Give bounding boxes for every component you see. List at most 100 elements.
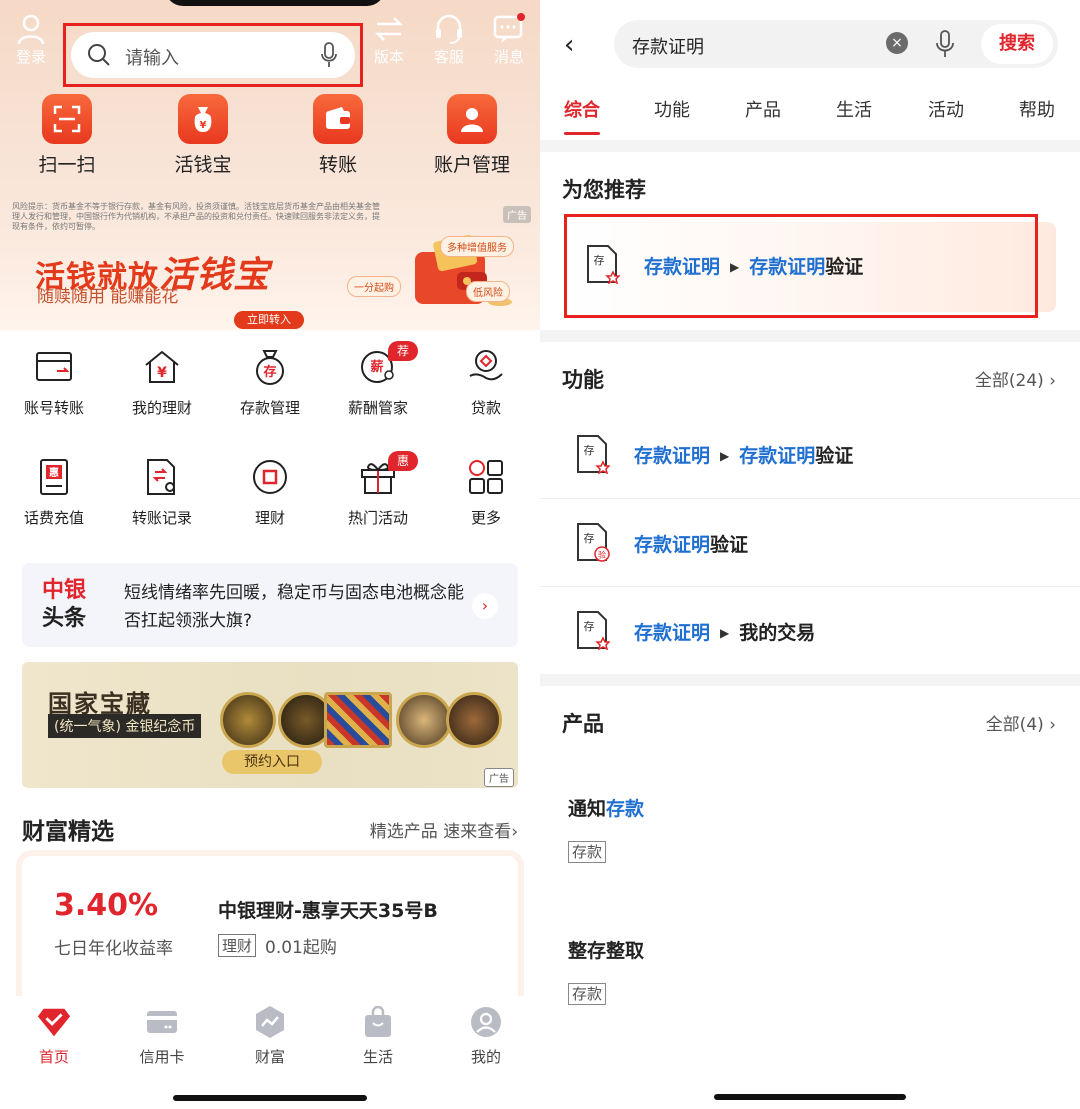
pill-low-risk: 低风险 xyxy=(466,281,510,302)
grid-label: 转账记录 xyxy=(131,509,192,527)
triangle-right-icon: ▶ xyxy=(720,449,730,463)
tab-help[interactable]: 帮助 xyxy=(1019,96,1055,122)
grid-wealth[interactable]: 理财 xyxy=(216,445,324,555)
grid-deposit-management[interactable]: 存 存款管理 xyxy=(216,335,324,445)
news-headline-card[interactable]: 中银 头条 短线情绪率先回暖，稳定币与固态电池概念能否扛起领涨大旗? › xyxy=(22,563,518,647)
coin-image xyxy=(396,692,452,748)
huoqianbao-button[interactable]: ¥ 活钱宝 xyxy=(143,94,263,177)
chevron-right-icon[interactable]: › xyxy=(472,593,498,619)
grid-my-wealth[interactable]: ¥ 我的理财 xyxy=(108,335,216,445)
credit-card-icon xyxy=(144,1004,180,1040)
link-part: 存款证明 xyxy=(739,445,816,467)
grid-hot-activities[interactable]: 惠 热门活动 xyxy=(324,445,432,555)
link-part: 存款证明 xyxy=(749,256,826,278)
wealth-hexagon-icon xyxy=(252,1004,288,1040)
section-divider xyxy=(540,330,1080,342)
verify-certificate-icon: 存验 xyxy=(577,523,610,562)
risk-notice: 风险提示：货币基金不等于银行存款，基金有风险，投资须谨慎。活钱宝底层货币基金产品… xyxy=(12,202,380,231)
yen-glyph: ¥ xyxy=(200,120,207,131)
yield-rate-label: 七日年化收益率 xyxy=(54,939,173,959)
wealth-product-card[interactable]: 3.40% 七日年化收益率 中银理财-惠享天天35号B 理财 0.01起购 xyxy=(22,856,518,1006)
customer-service-button[interactable]: 客服 xyxy=(424,12,474,67)
reserve-entry-button[interactable]: 预约入口 xyxy=(222,750,322,774)
triangle-right-icon: ▶ xyxy=(720,626,730,640)
grid-label: 理财 xyxy=(254,509,285,527)
link-part: 验证 xyxy=(815,445,854,467)
scan-button[interactable]: 扫一扫 xyxy=(7,94,127,177)
grid-label: 更多 xyxy=(470,509,501,527)
wealth-coin-icon xyxy=(250,457,290,497)
product-name: 中银理财-惠享天天35号B xyxy=(218,900,438,922)
min-purchase: 0.01起购 xyxy=(265,938,337,958)
deposit-glyph: 存 xyxy=(594,253,605,267)
tab-life[interactable]: 生活 xyxy=(836,96,872,122)
tab-wealth[interactable]: 财富 xyxy=(216,1004,324,1067)
money-bag-icon: ¥ xyxy=(178,94,228,144)
tab-home[interactable]: 首页 xyxy=(0,1004,108,1067)
login-button[interactable]: 登录 xyxy=(6,12,56,67)
grid-transfer-records[interactable]: 转账记录 xyxy=(108,445,216,555)
triangle-right-icon: ▶ xyxy=(730,260,740,274)
tab-functions[interactable]: 功能 xyxy=(654,96,690,122)
deposit-certificate-icon: 存 xyxy=(577,435,610,474)
active-tab-indicator xyxy=(564,132,600,135)
clear-icon[interactable]: × xyxy=(886,32,908,54)
tab-mine[interactable]: 我的 xyxy=(432,1004,540,1067)
tab-products[interactable]: 产品 xyxy=(745,96,781,122)
banner-transfer-in-button[interactable]: 立即转入 xyxy=(234,311,304,329)
microphone-icon[interactable] xyxy=(936,30,954,58)
version-button[interactable]: 版本 xyxy=(364,12,414,67)
right-phone-screen: ‹ 存款证明 × 搜索 综合 功能 产品 生活 活动 帮助 为您推荐 存 存款证… xyxy=(540,0,1080,1109)
grid-more[interactable]: 更多 xyxy=(432,445,540,555)
home-indicator xyxy=(173,1095,367,1101)
grid-phone-topup[interactable]: 惠 话费充值 xyxy=(0,445,108,555)
grid-loan[interactable]: 贷款 xyxy=(432,335,540,445)
news-text: 短线情绪率先回暖，稳定币与固态电池概念能否扛起领涨大旗? xyxy=(124,583,464,631)
search-icon xyxy=(88,44,110,66)
treasure-banner[interactable]: 国家宝藏 (统一气象) 金银纪念币 预约入口 广告 xyxy=(22,662,518,788)
account-management-button[interactable]: 账户管理 xyxy=(412,94,532,177)
link-part: 我的交易 xyxy=(739,622,816,644)
microphone-icon[interactable] xyxy=(321,42,337,68)
grid-salary-manager[interactable]: 薪 荐 薪酬管家 xyxy=(324,335,432,445)
salary-glyph: 薪 xyxy=(370,359,383,375)
link-part: 存款证明 xyxy=(634,445,711,467)
tab-activities[interactable]: 活动 xyxy=(928,96,964,122)
search-input[interactable]: 存款证明 × 搜索 xyxy=(614,20,1058,68)
wallet-icon xyxy=(313,94,363,144)
grid-label: 账号转账 xyxy=(23,399,84,417)
phone-notch xyxy=(165,0,385,6)
grid-account-transfer[interactable]: 账号转账 xyxy=(0,335,108,445)
function-link: 存款证明 ▶ 存款证明验证 xyxy=(634,441,853,468)
back-arrow-icon[interactable]: ‹ xyxy=(564,30,574,60)
tab-credit-card[interactable]: 信用卡 xyxy=(108,1004,216,1067)
message-button[interactable]: 消息 xyxy=(484,12,534,67)
recommend-badge: 荐 xyxy=(388,341,418,361)
transfer-button[interactable]: 转账 xyxy=(278,94,398,177)
coin-image xyxy=(324,692,392,748)
search-placeholder: 请输入 xyxy=(125,48,179,69)
hui-glyph: 惠 xyxy=(49,466,59,479)
tab-all[interactable]: 综合 xyxy=(564,96,600,122)
functions-all-link[interactable]: 全部(24) › xyxy=(975,366,1056,391)
products-all-link[interactable]: 全部(4) › xyxy=(986,710,1056,735)
recommend-link[interactable]: 存款证明 ▶ 存款证明验证 xyxy=(644,252,863,279)
search-input[interactable]: 请输入 xyxy=(71,32,355,78)
phone-topup-icon: 惠 xyxy=(34,457,74,497)
scan-icon xyxy=(42,94,92,144)
product-tag: 存款 xyxy=(568,841,607,863)
wealth-more-link[interactable]: 精选产品 速来查看› xyxy=(370,817,518,842)
search-value: 存款证明 xyxy=(632,37,704,58)
tab-label: 信用卡 xyxy=(139,1048,185,1066)
section-divider xyxy=(540,140,1080,152)
deposit-glyph: 存 xyxy=(584,531,595,545)
yield-rate: 3.40% xyxy=(54,888,159,923)
product-name-part: 通知 xyxy=(568,798,607,820)
tab-life[interactable]: 生活 xyxy=(324,1004,432,1067)
yen-glyph: ¥ xyxy=(157,365,167,381)
product-name-highlight: 存款 xyxy=(606,798,645,820)
tab-label: 首页 xyxy=(38,1048,69,1066)
version-label: 版本 xyxy=(373,48,404,66)
account-user-icon xyxy=(447,94,497,144)
search-button[interactable]: 搜索 xyxy=(981,24,1053,64)
